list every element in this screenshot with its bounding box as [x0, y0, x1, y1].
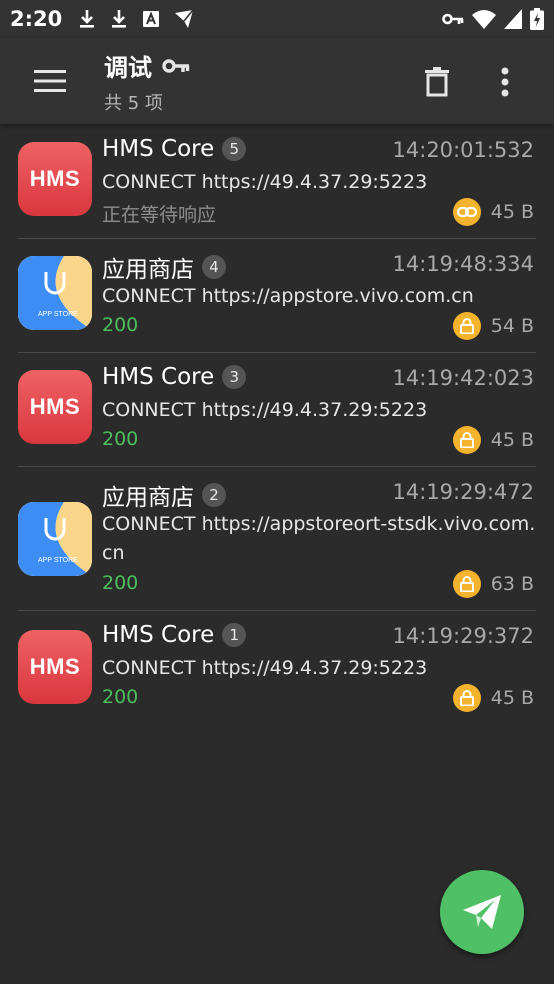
response-size: 45 B: [490, 687, 534, 709]
status-bar: 2:20: [0, 0, 554, 38]
list-item[interactable]: HMS HMS Core 5 14:20:01:532 CONNECT http…: [0, 124, 554, 239]
request-url: CONNECT https://appstoreort-stsdk.vivo.c…: [102, 513, 536, 564]
link-icon: [452, 198, 481, 226]
app-name: HMS Core 3: [102, 364, 247, 390]
index-badge: 5: [222, 137, 247, 161]
delete-icon: [425, 67, 449, 97]
more-vert-icon: [501, 67, 509, 97]
more-options-button[interactable]: [490, 62, 520, 102]
send-fab-button[interactable]: [440, 870, 524, 954]
request-url: CONNECT https://appstore.vivo.com.cn: [102, 285, 474, 307]
request-url: CONNECT https://49.4.37.29:5223: [102, 657, 428, 679]
size-info: 45 B: [452, 684, 534, 712]
status-notification-icons: [78, 9, 194, 29]
item-count: 共 5 项: [104, 93, 163, 114]
size-info: 45 B: [452, 198, 534, 226]
list-item[interactable]: HMS HMS Core 3 14:19:42:023 CONNECT http…: [0, 352, 554, 467]
lock-icon: [452, 684, 481, 712]
svg-text:APP STORE: APP STORE: [38, 311, 78, 318]
a-box-icon: [143, 11, 160, 27]
lock-icon: [452, 426, 481, 454]
key-icon: [442, 13, 464, 25]
lock-icon: [452, 312, 481, 340]
wifi-icon: [472, 10, 496, 29]
status-time: 2:20: [10, 7, 63, 31]
hms-core-app-icon: HMS: [18, 370, 92, 444]
index-badge: 2: [202, 483, 226, 507]
request-time: 14:19:42:023: [392, 366, 534, 390]
size-info: 45 B: [452, 426, 534, 454]
response-size: 63 B: [490, 573, 534, 595]
request-time: 14:20:01:532: [392, 138, 534, 162]
battery-icon: [530, 8, 544, 30]
page-title: 调试: [104, 54, 152, 82]
response-status: 200: [102, 314, 139, 336]
request-url: CONNECT https://49.4.37.29:5223: [102, 171, 428, 193]
index-badge: 4: [202, 255, 226, 279]
app-name: HMS Core 1: [102, 622, 247, 648]
list-item[interactable]: HMS HMS Core 1 14:19:29:372 CONNECT http…: [0, 610, 554, 720]
send-icon: [463, 895, 501, 929]
request-list: HMS HMS Core 5 14:20:01:532 CONNECT http…: [0, 124, 554, 720]
app-bar: 调试 共 5 项: [0, 38, 554, 124]
request-time: 14:19:48:334: [392, 252, 534, 276]
size-info: 63 B: [452, 570, 534, 598]
response-status: 200: [102, 686, 139, 708]
lock-icon: [452, 570, 481, 598]
response-status: 正在等待响应: [102, 204, 217, 226]
app-name: 应用商店 2: [102, 478, 226, 512]
index-badge: 3: [222, 365, 247, 389]
menu-icon: [34, 70, 66, 92]
hms-core-app-icon: HMS: [18, 142, 92, 216]
key-icon: [162, 58, 190, 73]
plane-icon: [175, 9, 194, 28]
menu-button[interactable]: [30, 64, 70, 98]
index-badge: 1: [222, 623, 247, 647]
hms-core-app-icon: HMS: [18, 630, 92, 704]
request-time: 14:19:29:372: [392, 624, 534, 648]
response-size: 45 B: [490, 429, 534, 451]
delete-button[interactable]: [420, 62, 454, 102]
list-item[interactable]: APP STORE 应用商店 4 14:19:48:334 CONNECT ht…: [0, 238, 554, 353]
status-system-icons: [442, 8, 544, 30]
app-name: 应用商店 4: [102, 250, 226, 284]
request-time: 14:19:29:472: [392, 480, 534, 504]
download-icon: [112, 10, 127, 28]
signal-icon: [504, 9, 522, 29]
response-status: 200: [102, 572, 139, 594]
app-store-app-icon: APP STORE: [18, 256, 92, 330]
list-item[interactable]: APP STORE 应用商店 2 14:19:29:472 CONNECT ht…: [0, 466, 554, 611]
size-info: 54 B: [452, 312, 534, 340]
request-url: CONNECT https://49.4.37.29:5223: [102, 399, 428, 421]
response-status: 200: [102, 428, 139, 450]
app-name: HMS Core 5: [102, 136, 247, 162]
response-size: 54 B: [490, 315, 534, 337]
svg-text:APP STORE: APP STORE: [38, 557, 78, 564]
title-block: 调试 共 5 项: [104, 48, 190, 115]
response-size: 45 B: [490, 201, 534, 223]
app-store-app-icon: APP STORE: [18, 502, 92, 576]
download-icon: [80, 10, 95, 28]
